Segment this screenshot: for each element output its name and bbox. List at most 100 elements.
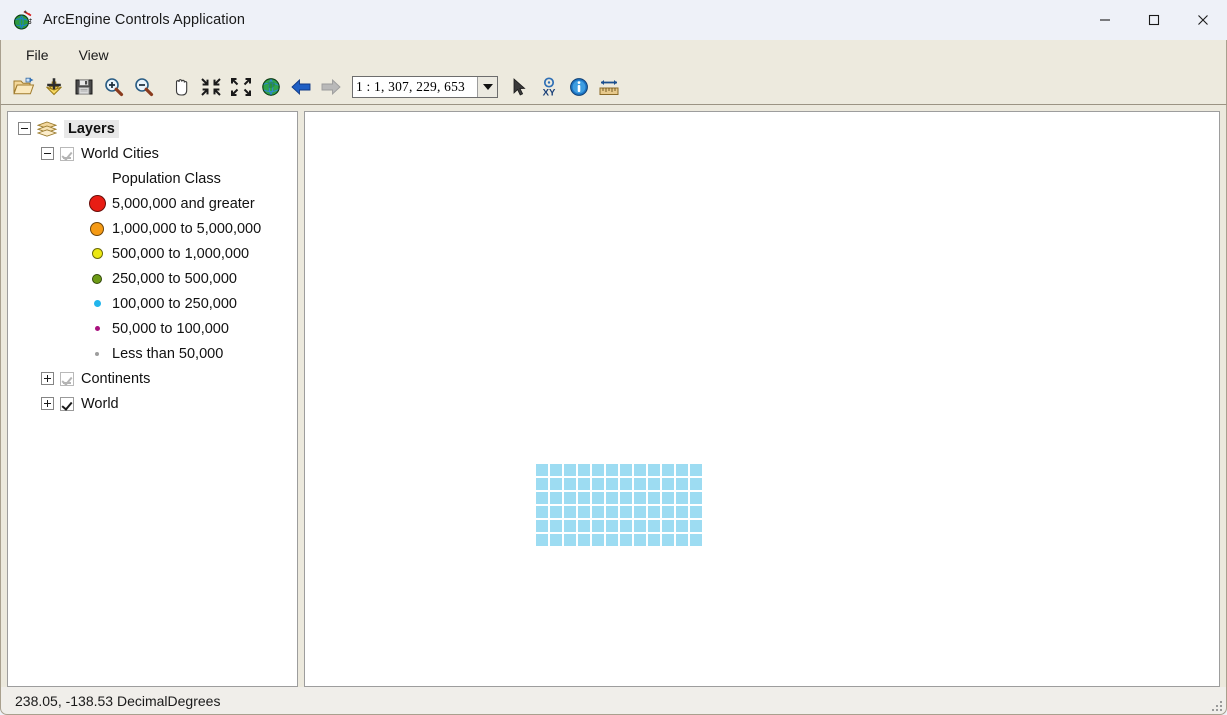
maximize-button[interactable] bbox=[1129, 0, 1178, 40]
grid-cell bbox=[592, 534, 604, 546]
grid-cell bbox=[662, 506, 674, 518]
grid-cell bbox=[676, 506, 688, 518]
grid-cell bbox=[550, 464, 562, 476]
grid-cell bbox=[550, 492, 562, 504]
tree-node-label: World Cities bbox=[81, 145, 159, 162]
tree-node-continents[interactable]: Continents bbox=[8, 366, 297, 391]
fixed-zoom-in-button[interactable] bbox=[196, 73, 225, 102]
minus-expander-icon[interactable] bbox=[18, 122, 31, 135]
grid-cell bbox=[564, 464, 576, 476]
layer-visibility-checkbox[interactable] bbox=[60, 396, 74, 411]
application-window: ArcEngine Controls Application File View bbox=[0, 0, 1227, 715]
grid-cell bbox=[648, 520, 660, 532]
grid-cell bbox=[690, 506, 702, 518]
grid-cell bbox=[578, 534, 590, 546]
grid-cell bbox=[690, 478, 702, 490]
legend-symbol bbox=[84, 326, 110, 331]
layer-visibility-checkbox[interactable] bbox=[60, 146, 74, 161]
legend-item: 1,000,000 to 5,000,000 bbox=[8, 216, 297, 241]
grid-cell bbox=[550, 534, 562, 546]
grid-cell bbox=[662, 464, 674, 476]
grid-cell bbox=[620, 534, 632, 546]
grid-cell bbox=[564, 506, 576, 518]
map-canvas[interactable] bbox=[304, 111, 1220, 687]
close-button[interactable] bbox=[1178, 0, 1227, 40]
grid-cell bbox=[634, 506, 646, 518]
tree-node-world[interactable]: World bbox=[8, 391, 297, 416]
grid-cell bbox=[676, 478, 688, 490]
grid-cell bbox=[592, 492, 604, 504]
minimize-button[interactable] bbox=[1080, 0, 1129, 40]
grid-cell bbox=[620, 478, 632, 490]
grid-cell bbox=[564, 534, 576, 546]
status-bar: 238.05, -138.53 DecimalDegrees bbox=[0, 687, 1227, 715]
status-coordinates: 238.05, -138.53 DecimalDegrees bbox=[15, 692, 221, 709]
grid-cell bbox=[550, 520, 562, 532]
grid-cell bbox=[634, 464, 646, 476]
grid-cell bbox=[606, 520, 618, 532]
legend-label: 1,000,000 to 5,000,000 bbox=[112, 220, 262, 237]
grid-cell bbox=[536, 492, 548, 504]
layer-visibility-checkbox[interactable] bbox=[60, 371, 74, 386]
grid-cell bbox=[536, 506, 548, 518]
pan-button[interactable] bbox=[166, 73, 195, 102]
toolbar: 1 : 1, 307, 229, 653 XY bbox=[0, 70, 1227, 105]
window-controls bbox=[1080, 0, 1227, 40]
grid-cell bbox=[592, 520, 604, 532]
grid-cell bbox=[564, 492, 576, 504]
legend-label: Less than 50,000 bbox=[112, 345, 224, 362]
map-scale-combo[interactable]: 1 : 1, 307, 229, 653 bbox=[352, 76, 498, 98]
go-back-extent-button[interactable] bbox=[286, 73, 315, 102]
legend-symbol bbox=[84, 273, 110, 284]
fixed-zoom-out-button[interactable] bbox=[226, 73, 255, 102]
open-document-button[interactable] bbox=[9, 73, 38, 102]
identify-button[interactable] bbox=[564, 73, 593, 102]
grid-cell bbox=[690, 534, 702, 546]
grid-cell bbox=[648, 464, 660, 476]
plus-expander-icon[interactable] bbox=[41, 397, 54, 410]
legend-label: 500,000 to 1,000,000 bbox=[112, 245, 250, 262]
grid-cell bbox=[578, 506, 590, 518]
svg-text:XY: XY bbox=[542, 88, 555, 99]
menu-file[interactable]: File bbox=[15, 43, 60, 67]
grid-cell bbox=[620, 492, 632, 504]
go-to-xy-button[interactable]: XY bbox=[534, 73, 563, 102]
table-of-contents[interactable]: Layers World Cities Population Class 5,0… bbox=[7, 111, 298, 687]
legend-symbol bbox=[84, 221, 110, 236]
map-scale-value: 1 : 1, 307, 229, 653 bbox=[356, 79, 466, 94]
select-tool-button[interactable] bbox=[504, 73, 533, 102]
grid-cell bbox=[606, 534, 618, 546]
grid-cell bbox=[634, 534, 646, 546]
grid-cell bbox=[620, 464, 632, 476]
resize-grip-icon[interactable] bbox=[1208, 697, 1222, 711]
grid-cell bbox=[648, 534, 660, 546]
legend-symbol bbox=[84, 248, 110, 259]
legend-item: 50,000 to 100,000 bbox=[8, 316, 297, 341]
title-bar: ArcEngine Controls Application bbox=[0, 0, 1227, 40]
grid-cell bbox=[676, 492, 688, 504]
selection-grid-graphic[interactable] bbox=[536, 464, 702, 546]
add-data-button[interactable] bbox=[39, 73, 68, 102]
tree-node-world-cities[interactable]: World Cities bbox=[8, 141, 297, 166]
grid-cell bbox=[536, 478, 548, 490]
tree-node-label: Continents bbox=[81, 370, 151, 387]
grid-cell bbox=[620, 520, 632, 532]
renderer-heading-label: Population Class bbox=[112, 170, 221, 187]
chevron-down-icon[interactable] bbox=[477, 77, 497, 97]
minus-expander-icon[interactable] bbox=[41, 147, 54, 160]
go-forward-extent-button[interactable] bbox=[316, 73, 345, 102]
zoom-in-button[interactable] bbox=[99, 73, 128, 102]
grid-cell bbox=[536, 464, 548, 476]
measure-button[interactable] bbox=[594, 73, 623, 102]
grid-cell bbox=[662, 478, 674, 490]
grid-cell bbox=[676, 464, 688, 476]
full-extent-button[interactable] bbox=[256, 73, 285, 102]
tree-node-layers[interactable]: Layers bbox=[8, 116, 297, 141]
zoom-out-button[interactable] bbox=[129, 73, 158, 102]
plus-expander-icon[interactable] bbox=[41, 372, 54, 385]
menu-view[interactable]: View bbox=[68, 43, 120, 67]
save-document-button[interactable] bbox=[69, 73, 98, 102]
menu-bar: File View bbox=[0, 40, 1227, 70]
grid-cell bbox=[690, 492, 702, 504]
legend-item: Less than 50,000 bbox=[8, 341, 297, 366]
